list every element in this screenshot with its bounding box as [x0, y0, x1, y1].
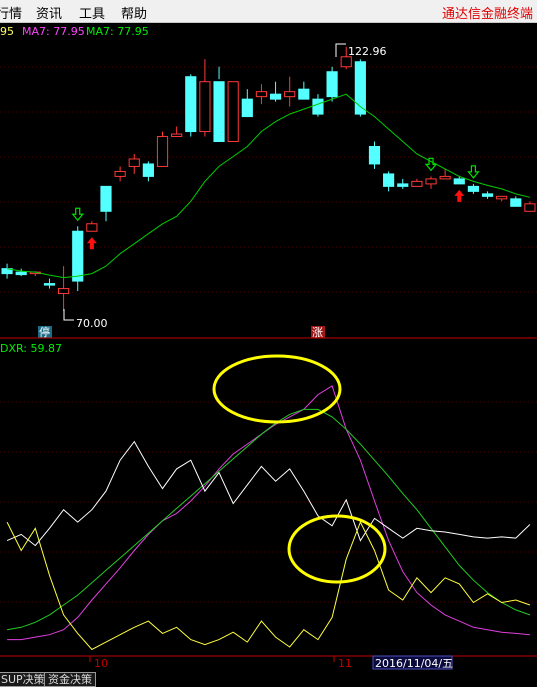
highlight-ellipse-peak [212, 354, 342, 424]
ma-label-3: MA7: 77.95 [86, 25, 149, 38]
candle-up [128, 158, 140, 167]
candle-down [326, 71, 338, 98]
candle-up [255, 91, 268, 98]
bottom-tab-bar: SUP决策 资金决策 [0, 672, 537, 687]
candle-down [15, 271, 27, 276]
candle-up [86, 223, 98, 232]
menu-item-help[interactable]: 帮助 [121, 3, 147, 22]
cursor-date: 2016/11/04/五 [375, 657, 453, 670]
candle-down [269, 93, 282, 100]
candle-up [524, 203, 536, 212]
stock-chart[interactable]: 95 MA7: 77.95 MA7: 77.95 122.96 70.00 停 … [0, 22, 537, 685]
candle-down [368, 145, 381, 165]
brand-title: 通达信金融终端 [441, 7, 533, 22]
candle-down [72, 230, 84, 282]
candle-down [312, 98, 324, 115]
candle-down [43, 283, 56, 286]
candle-up [411, 180, 423, 187]
halt-badge-text: 停 [39, 325, 50, 339]
menu-item-quotes[interactable]: 行情 [0, 3, 22, 22]
candle-up [340, 56, 352, 68]
candle-up [284, 91, 296, 98]
candle-down [397, 183, 409, 187]
axis-label-11: 11 [338, 657, 352, 670]
candle-down [100, 185, 112, 212]
candle-down [185, 76, 197, 133]
low-marker-line [63, 309, 74, 321]
candle-up [58, 288, 70, 295]
candle-down [481, 193, 494, 197]
menu-item-news[interactable]: 资讯 [36, 3, 62, 22]
candle-up [227, 81, 239, 143]
indicator-lines [6, 385, 531, 651]
candle-down [510, 198, 522, 207]
indicator-line-white [6, 440, 531, 547]
ma-line [7, 93, 531, 279]
menu-item-tools[interactable]: 工具 [79, 3, 105, 22]
candlestick-series [1, 46, 536, 311]
low-price-label: 70.00 [76, 317, 108, 330]
high-price-label: 122.96 [348, 45, 387, 58]
candle-down [213, 81, 225, 143]
candle-down [453, 178, 465, 185]
high-marker-line [335, 43, 346, 57]
indicator-line-green [7, 408, 531, 631]
candle-up [171, 133, 183, 138]
candle-down [142, 163, 154, 177]
candle-up [439, 175, 451, 180]
limit-up-badge-text: 涨 [312, 326, 323, 339]
menu-bar: 行情 资讯 工具 帮助 通达信金融终端 [0, 0, 537, 23]
indicator-label: DXR: 59.87 [0, 342, 62, 355]
highlight-ellipse-cross [287, 514, 387, 584]
candle-down [298, 88, 310, 100]
candle-down [241, 98, 253, 118]
signal-arrows [71, 157, 480, 250]
candle-down [383, 173, 395, 187]
buy-arrow-icon [454, 189, 465, 202]
candle-down [467, 185, 479, 192]
axis-label-10: 10 [94, 657, 108, 670]
indicator-line-yellow [6, 520, 531, 651]
sell-arrow-icon [71, 207, 85, 222]
chart-grid [0, 66, 537, 603]
ma-label-2: MA7: 77.95 [22, 25, 85, 38]
sell-arrow-icon [467, 165, 480, 179]
ma-label-1: 95 [0, 25, 14, 38]
candle-up [496, 195, 508, 200]
candle-up [425, 178, 437, 185]
candle-up [156, 136, 169, 167]
candle-up [114, 170, 126, 177]
candle-up [199, 81, 211, 133]
